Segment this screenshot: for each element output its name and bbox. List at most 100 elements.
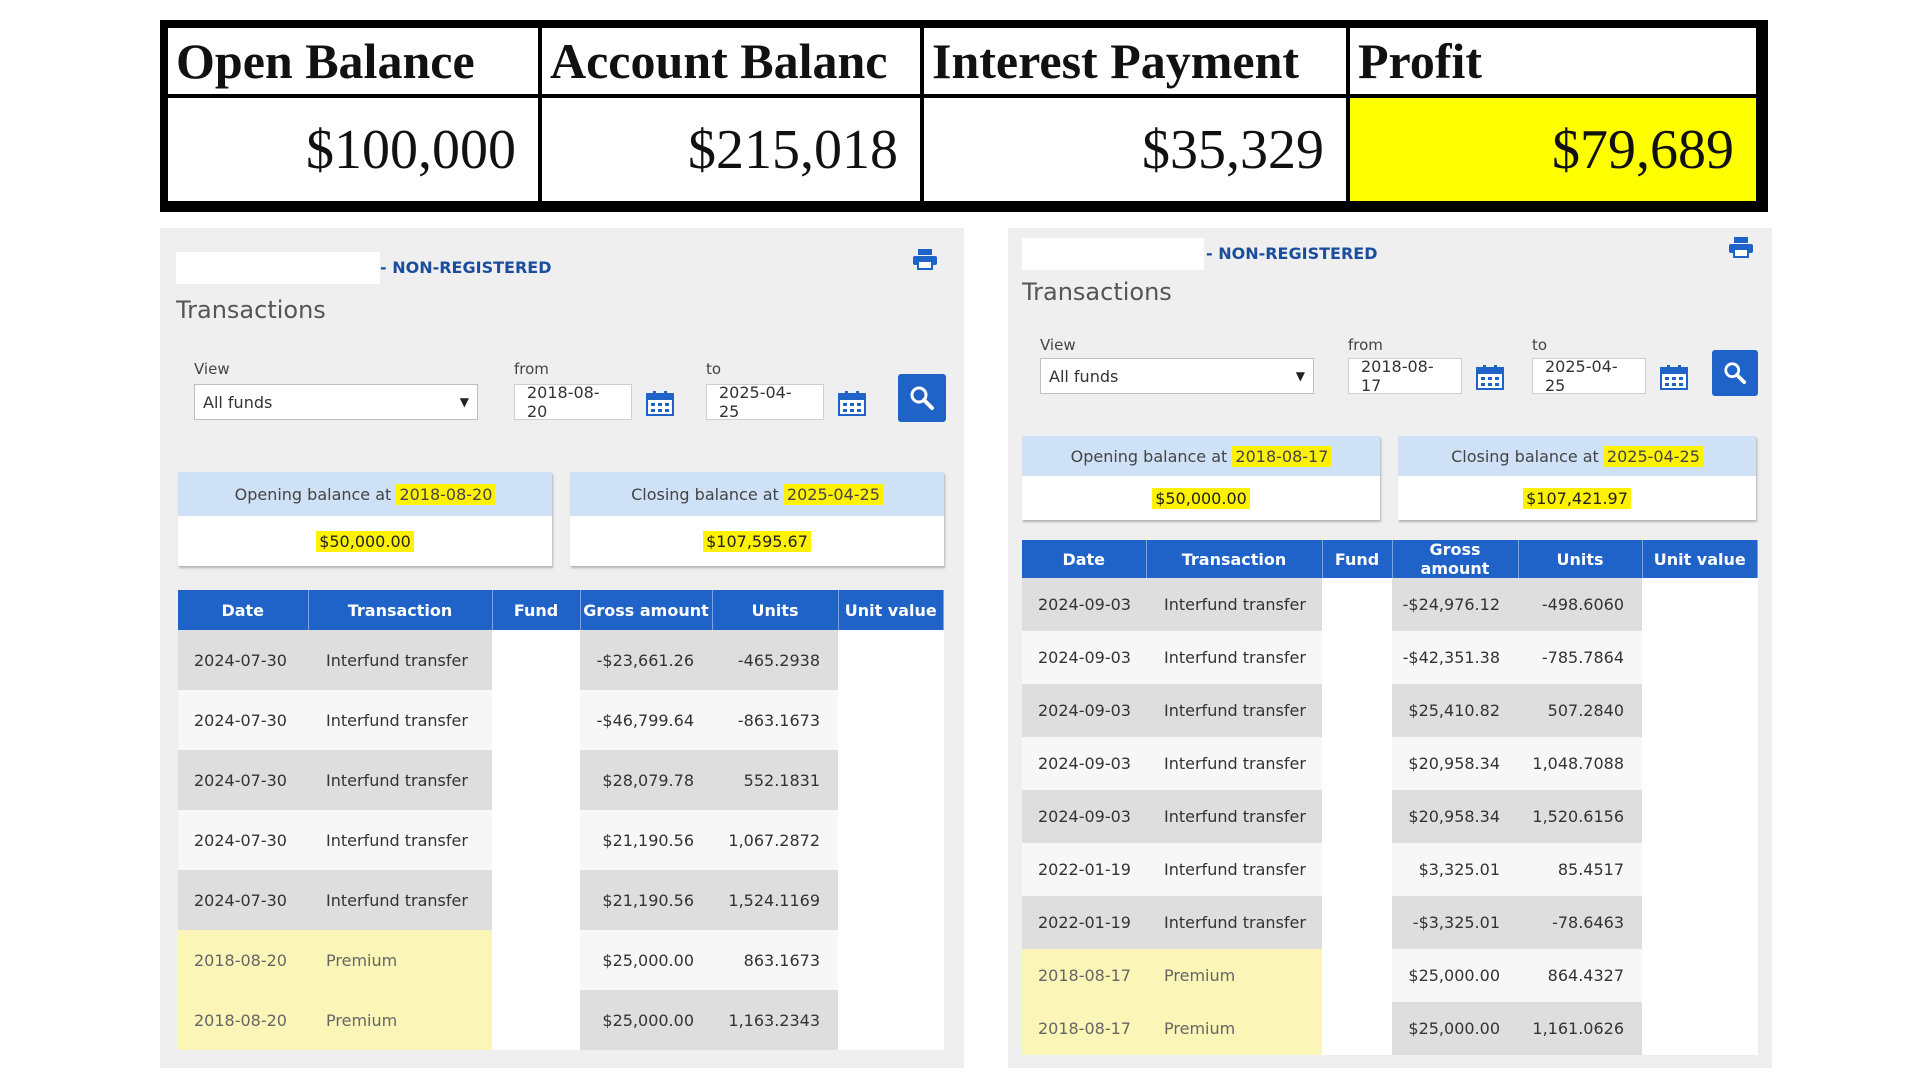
table-row: 2018-08-20 Premium $25,000.00 863.1673: [178, 930, 944, 990]
calendar-icon[interactable]: [838, 390, 866, 416]
cell-fund-redacted: [492, 930, 580, 990]
transactions-table: Date Transaction Fund Gross amount Units…: [178, 590, 944, 1050]
column-header-units[interactable]: Units: [1518, 540, 1643, 578]
cell-units: 552.1831: [712, 750, 838, 810]
cell-transaction: Interfund transfer: [1146, 896, 1322, 949]
panel-title: Transactions: [1022, 278, 1172, 306]
closing-balance-header: Closing balance at 2025-04-25: [1398, 436, 1756, 476]
cell-fund-redacted: [1322, 631, 1392, 684]
search-icon: [1724, 362, 1747, 385]
cell-gross-amount: $25,000.00: [1392, 1002, 1518, 1055]
cell-fund-redacted: [1322, 843, 1392, 896]
cell-date: 2024-07-30: [178, 870, 308, 930]
cell-unit-value-redacted: [838, 750, 944, 810]
account-name-redacted: [176, 252, 380, 284]
column-header-gross-amount[interactable]: Gross amount: [580, 590, 713, 630]
column-header-fund[interactable]: Fund: [1322, 540, 1393, 578]
closing-balance-text: Closing balance at: [631, 484, 779, 504]
column-header-gross-amount[interactable]: Gross amount: [1392, 540, 1519, 578]
column-header-units[interactable]: Units: [712, 590, 839, 630]
view-select[interactable]: All funds ▼: [194, 384, 478, 420]
view-select-value: All funds: [1049, 366, 1119, 386]
cell-units: 85.4517: [1518, 843, 1642, 896]
chevron-down-icon: ▼: [459, 395, 469, 409]
from-date-input[interactable]: 2018-08-17: [1348, 357, 1462, 395]
to-label: to: [1532, 336, 1548, 354]
cell-transaction: Interfund transfer: [308, 690, 492, 750]
closing-balance-header: Closing balance at 2025-04-25: [570, 472, 944, 516]
table-row: 2024-07-30 Interfund transfer $21,190.56…: [178, 870, 944, 930]
cell-unit-value-redacted: [1642, 578, 1758, 631]
cell-gross-amount: -$42,351.38: [1392, 631, 1518, 684]
cell-unit-value-redacted: [1642, 949, 1758, 1002]
table-row: 2022-01-19 Interfund transfer -$3,325.01…: [1022, 896, 1758, 949]
cell-transaction: Interfund transfer: [1146, 737, 1322, 790]
cell-transaction: Interfund transfer: [308, 870, 492, 930]
summary-value-open-balance: $100,000: [164, 94, 542, 205]
closing-balance-date: 2025-04-25: [783, 483, 883, 505]
cell-transaction: Premium: [308, 990, 492, 1050]
account-type-label: - NON-REGISTERED: [380, 258, 552, 277]
cell-units: 1,067.2872: [712, 810, 838, 870]
table-row: 2024-07-30 Interfund transfer $21,190.56…: [178, 810, 944, 870]
table-row: 2022-01-19 Interfund transfer $3,325.01 …: [1022, 843, 1758, 896]
cell-unit-value-redacted: [838, 870, 944, 930]
transactions-table: Date Transaction Fund Gross amount Units…: [1022, 540, 1758, 1055]
calendar-icon[interactable]: [1476, 364, 1504, 390]
calendar-icon[interactable]: [646, 390, 674, 416]
cell-gross-amount: -$24,976.12: [1392, 578, 1518, 631]
summary-header-interest-payment: Interest Payment: [920, 24, 1350, 98]
view-select[interactable]: All funds ▼: [1040, 358, 1314, 394]
account-type-label: - NON-REGISTERED: [1206, 244, 1378, 263]
table-row: 2024-09-03 Interfund transfer -$42,351.3…: [1022, 631, 1758, 684]
print-icon[interactable]: [1728, 236, 1754, 258]
cell-fund-redacted: [1322, 737, 1392, 790]
panel-title: Transactions: [176, 296, 326, 324]
search-button[interactable]: [1712, 350, 1758, 396]
opening-balance-header: Opening balance at 2018-08-20: [178, 472, 552, 516]
cell-fund-redacted: [492, 750, 580, 810]
cell-fund-redacted: [1322, 949, 1392, 1002]
column-header-unit-value[interactable]: Unit value: [1642, 540, 1758, 578]
from-label: from: [514, 360, 549, 378]
cell-gross-amount: $21,190.56: [580, 810, 712, 870]
cell-gross-amount: -$23,661.26: [580, 630, 712, 690]
cell-transaction: Interfund transfer: [1146, 843, 1322, 896]
cell-fund-redacted: [492, 990, 580, 1050]
cell-unit-value-redacted: [838, 810, 944, 870]
column-header-fund[interactable]: Fund: [492, 590, 581, 630]
column-header-transaction[interactable]: Transaction: [1146, 540, 1323, 578]
from-date-input[interactable]: 2018-08-20: [514, 383, 632, 421]
column-header-transaction[interactable]: Transaction: [308, 590, 493, 630]
summary-header-account-balance: Account Balanc: [538, 24, 924, 98]
cell-gross-amount: $21,190.56: [580, 870, 712, 930]
search-button[interactable]: [898, 374, 946, 422]
cell-gross-amount: $25,000.00: [580, 990, 712, 1050]
column-header-date[interactable]: Date: [1022, 540, 1147, 578]
cell-gross-amount: $25,000.00: [580, 930, 712, 990]
to-date-input[interactable]: 2025-04-25: [706, 383, 824, 421]
column-header-date[interactable]: Date: [178, 590, 309, 630]
opening-balance-value: $50,000.00: [1152, 487, 1250, 509]
opening-balance-text: Opening balance at: [234, 484, 392, 504]
cell-units: 1,520.6156: [1518, 790, 1642, 843]
summary-value-account-balance: $215,018: [538, 94, 924, 205]
cell-gross-amount: -$3,325.01: [1392, 896, 1518, 949]
cell-date: 2024-09-03: [1022, 737, 1146, 790]
print-icon[interactable]: [912, 248, 938, 270]
calendar-icon[interactable]: [1660, 364, 1688, 390]
cell-unit-value-redacted: [838, 690, 944, 750]
cell-units: -78.6463: [1518, 896, 1642, 949]
table-row: 2024-07-30 Interfund transfer $28,079.78…: [178, 750, 944, 810]
cell-units: -785.7864: [1518, 631, 1642, 684]
cell-fund-redacted: [492, 630, 580, 690]
to-date-input[interactable]: 2025-04-25: [1532, 357, 1646, 395]
closing-balance-text: Closing balance at: [1451, 446, 1599, 466]
opening-balance-box: Opening balance at 2018-08-20 $50,000.00: [178, 472, 552, 566]
closing-balance-box: Closing balance at 2025-04-25 $107,595.6…: [570, 472, 944, 566]
column-header-unit-value[interactable]: Unit value: [838, 590, 944, 630]
summary-value-interest-payment: $35,329: [920, 94, 1350, 205]
cell-date: 2022-01-19: [1022, 896, 1146, 949]
cell-fund-redacted: [1322, 790, 1392, 843]
cell-transaction: Premium: [308, 930, 492, 990]
